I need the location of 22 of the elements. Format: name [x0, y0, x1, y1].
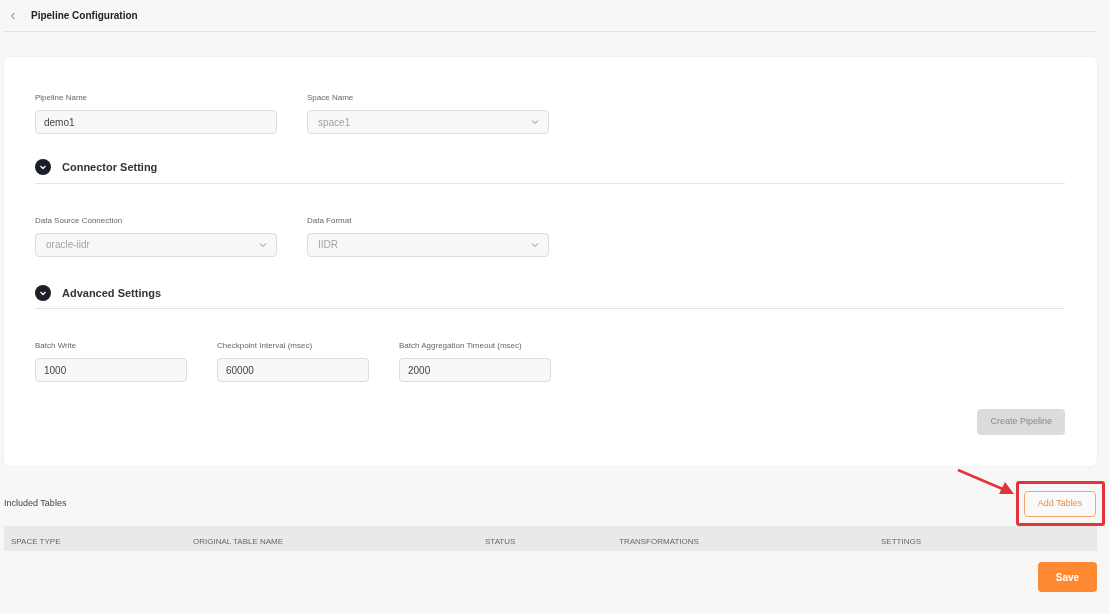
column-header: TRANSFORMATIONS — [619, 536, 699, 546]
section-title: Included Tables — [4, 497, 67, 511]
field-label: Checkpoint Interval (msec) — [217, 340, 314, 352]
field-label: Pipeline Name — [35, 92, 89, 104]
field-label: Batch Write — [35, 340, 78, 352]
input-field[interactable]: 2000 — [399, 358, 551, 382]
input-field[interactable]: 60000 — [217, 358, 369, 382]
field-label: Batch Aggregation Timeout (msec) — [399, 340, 523, 352]
add-tables-button[interactable]: Add Tables — [1024, 491, 1096, 517]
save-button[interactable]: Save — [1038, 562, 1097, 592]
field-label: Space Name — [307, 92, 355, 104]
input-field[interactable]: demo1 — [35, 110, 277, 134]
column-header: ORIGINAL TABLE NAME — [193, 536, 284, 546]
field-label: Data Source Connection — [35, 214, 124, 227]
field-label: Data Format — [307, 214, 353, 227]
column-header: SETTINGS — [881, 536, 921, 546]
page-title: Pipeline Configuration — [31, 9, 138, 23]
section-title: Advanced Settings — [62, 285, 162, 301]
input-field[interactable]: 1000 — [35, 358, 187, 382]
column-header: STATUS — [485, 536, 516, 546]
column-header: SPACE TYPE — [11, 536, 61, 546]
section-title: Connector Setting — [62, 160, 158, 175]
